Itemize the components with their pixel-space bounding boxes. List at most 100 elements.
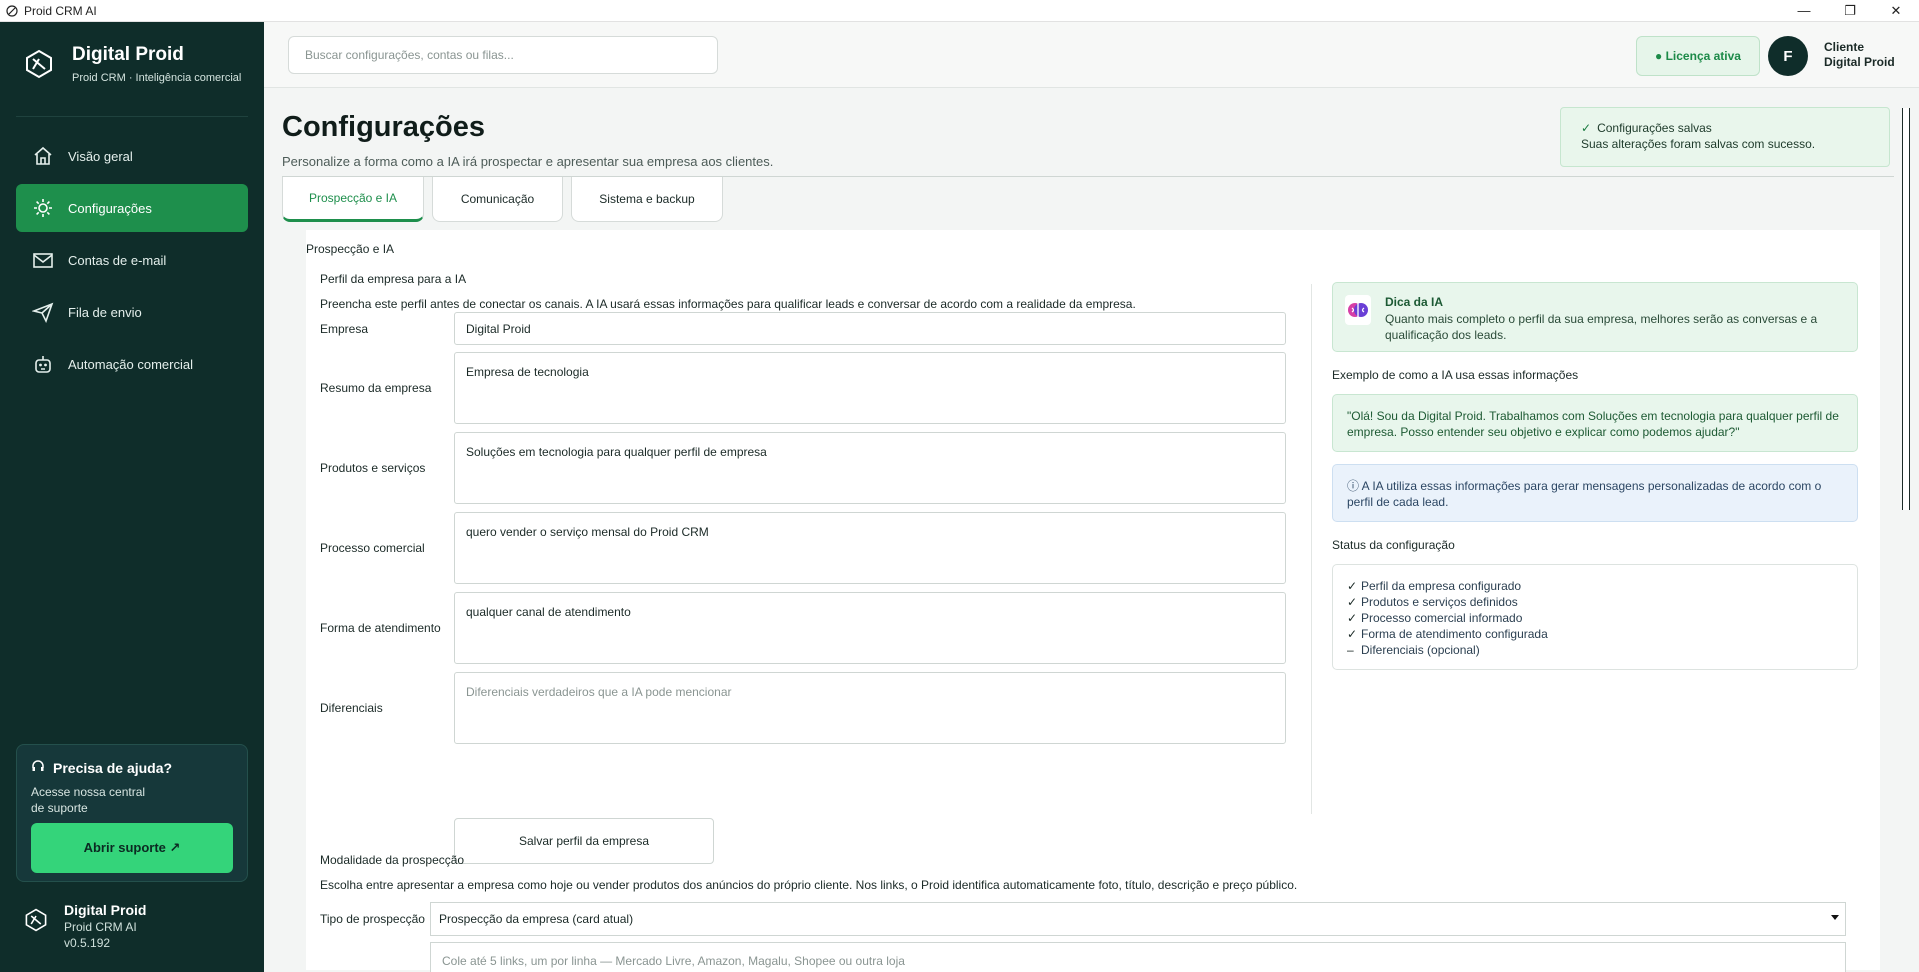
sidebar-item-fila-envio[interactable]: Fila de envio (16, 288, 248, 336)
divider (1311, 284, 1312, 814)
brand-name: Digital Proid (72, 44, 184, 65)
field-label: Empresa (320, 321, 369, 336)
check-icon: ✓ (1581, 121, 1592, 135)
window-title: Proid CRM AI (24, 3, 97, 18)
field-row-resumo: Resumo da empresa Empresa de tecnologia (320, 352, 1286, 424)
field-row-atendimento: Forma de atendimento qualquer canal de a… (320, 592, 1286, 664)
user-info[interactable]: Cliente Digital Proid (1824, 40, 1895, 70)
footer-logo-icon (25, 908, 47, 932)
search-input[interactable]: Buscar configurações, contas ou filas... (288, 36, 718, 74)
status-heading: Status da configuração (1332, 538, 1455, 552)
minimize-button[interactable]: — (1781, 0, 1827, 22)
send-icon (32, 301, 54, 323)
chevron-down-icon (1831, 915, 1839, 920)
ai-tip-card: Dica da IA Quanto mais completo o perfil… (1332, 282, 1858, 352)
modality-description: Escolha entre apresentar a empresa como … (320, 878, 1298, 892)
brain-icon (1345, 295, 1371, 325)
page-subtitle: Personalize a forma como a IA irá prospe… (282, 154, 774, 169)
prospecting-type-row: Tipo de prospecção Prospecção da empresa… (320, 902, 1870, 936)
field-placeholder: Diferenciais verdadeiros que a IA pode m… (466, 685, 732, 699)
products-services-field[interactable]: Soluções em tecnologia para qualquer per… (454, 432, 1286, 504)
prospecting-type-select[interactable]: Prospecção da empresa (card atual) (430, 902, 1846, 936)
settings-panel: Prospecção e IA Perfil da empresa para a… (306, 230, 1880, 972)
status-item-text: Diferenciais (opcional) (1361, 643, 1480, 657)
field-label: Forma de atendimento (320, 621, 441, 635)
sales-process-field[interactable]: quero vender o serviço mensal do Proid C… (454, 512, 1286, 584)
differentials-field[interactable]: Diferenciais verdadeiros que a IA pode m… (454, 672, 1286, 744)
footer-version: v0.5.192 (64, 936, 111, 950)
header: Buscar configurações, contas ou filas...… (264, 22, 1919, 88)
tab-sistema-backup[interactable]: Sistema e backup (571, 177, 723, 222)
open-support-button[interactable]: Abrir suporte ↗ (31, 823, 233, 873)
gear-icon (32, 197, 54, 219)
field-row-diferenciais: Diferenciais Diferenciais verdadeiros qu… (320, 672, 1286, 744)
status-item: ✓ Produtos e serviços definidos (1347, 594, 1843, 610)
tip-text: Quanto mais completo o perfil da sua emp… (1385, 312, 1818, 342)
toast-message: Suas alterações foram salvas com sucesso… (1581, 137, 1816, 151)
status-item-text: Produtos e serviços definidos (1361, 595, 1518, 609)
sidebar-item-label: Fila de envio (68, 304, 142, 320)
app-icon (6, 4, 18, 17)
section-label: Prospecção e IA (306, 242, 395, 256)
profile-description: Preencha este perfil antes de conectar o… (320, 297, 1136, 311)
status-item: ✓ Perfil da empresa configurado (1347, 578, 1843, 594)
maximize-button[interactable]: ❐ (1827, 0, 1873, 22)
field-label: Processo comercial (320, 541, 425, 555)
example-heading: Exemplo de como a IA usa essas informaçõ… (1332, 368, 1579, 382)
sidebar-item-label: Configurações (68, 200, 152, 216)
status-item-text: Forma de atendimento configurada (1361, 627, 1548, 641)
field-row-empresa: Empresa Digital Proid (320, 312, 1286, 345)
brand-logo-icon (26, 49, 52, 79)
check-icon: ✓ (1347, 611, 1358, 625)
example-message: "Olá! Sou da Digital Proid. Trabalhamos … (1332, 394, 1858, 452)
footer-name: Digital Proid (64, 902, 147, 918)
scrollbar-thumb[interactable] (1902, 108, 1910, 510)
sidebar-item-label: Automação comercial (68, 356, 193, 372)
close-button[interactable]: ✕ (1873, 0, 1919, 22)
help-title-row: Precisa de ajuda? (31, 759, 233, 776)
company-name-field[interactable]: Digital Proid (454, 312, 1286, 345)
dash-icon: – (1347, 643, 1354, 657)
user-line-2: Digital Proid (1824, 55, 1895, 69)
field-label: Resumo da empresa (320, 381, 432, 395)
toast-title: Configurações salvas (1597, 121, 1712, 135)
check-icon: ✓ (1347, 595, 1358, 609)
sidebar-item-configuracoes[interactable]: Configurações (16, 184, 248, 232)
sidebar-item-label: Visão geral (68, 148, 133, 164)
status-item: – Diferenciais (opcional) (1347, 642, 1843, 658)
ai-side-panel: Dica da IA Quanto mais completo o perfil… (1332, 282, 1858, 670)
help-card: Precisa de ajuda? Acesse nossa central d… (16, 744, 248, 882)
robot-icon (32, 353, 54, 375)
success-toast: ✓ Configurações salvas Suas alterações fo… (1560, 107, 1890, 167)
sidebar-item-contas-email[interactable]: Contas de e-mail (16, 236, 248, 284)
status-item: ✓ Processo comercial informado (1347, 610, 1843, 626)
tab-comunicacao[interactable]: Comunicação (432, 177, 563, 222)
sidebar-nav: Visão geral Configurações Contas de e-ma… (16, 132, 248, 392)
help-text: Acesse nossa central de suporte (31, 785, 146, 815)
sidebar: Digital Proid Proid CRM · Inteligência c… (0, 22, 264, 972)
home-icon (32, 145, 54, 167)
field-label: Diferenciais (320, 701, 383, 715)
footer-product: Proid CRM AI (64, 920, 137, 934)
main-content: Configurações Personalize a forma como a… (264, 89, 1904, 972)
product-links-field[interactable]: Cole até 5 links, um por linha — Mercado… (430, 942, 1846, 972)
help-title: Precisa de ajuda? (53, 759, 173, 776)
tab-bar: Prospecção e IA Comunicação Sistema e ba… (282, 177, 731, 222)
profile-heading: Perfil da empresa para a IA (320, 272, 467, 286)
service-channel-field[interactable]: qualquer canal de atendimento (454, 592, 1286, 664)
sidebar-item-visao-geral[interactable]: Visão geral (16, 132, 248, 180)
avatar[interactable]: F (1768, 36, 1808, 76)
check-icon: ✓ (1347, 579, 1358, 593)
page-title: Configurações (282, 111, 486, 143)
brand-tagline: Proid CRM · Inteligência comercial (72, 72, 242, 84)
sidebar-item-automacao[interactable]: Automação comercial (16, 340, 248, 388)
field-row-produtos: Produtos e serviços Soluções em tecnolog… (320, 432, 1286, 504)
tip-title: Dica da IA (1385, 295, 1444, 309)
tab-prospeccao-ia[interactable]: Prospecção e IA (282, 177, 424, 222)
info-note: ⓘ A IA utiliza essas informações para ge… (1332, 464, 1858, 522)
company-profile-form: Perfil da empresa para a IA Preencha est… (320, 272, 1290, 864)
field-label: Produtos e serviços (320, 461, 426, 475)
user-line-1: Cliente (1824, 40, 1865, 54)
company-summary-field[interactable]: Empresa de tecnologia (454, 352, 1286, 424)
headset-icon (31, 759, 45, 776)
